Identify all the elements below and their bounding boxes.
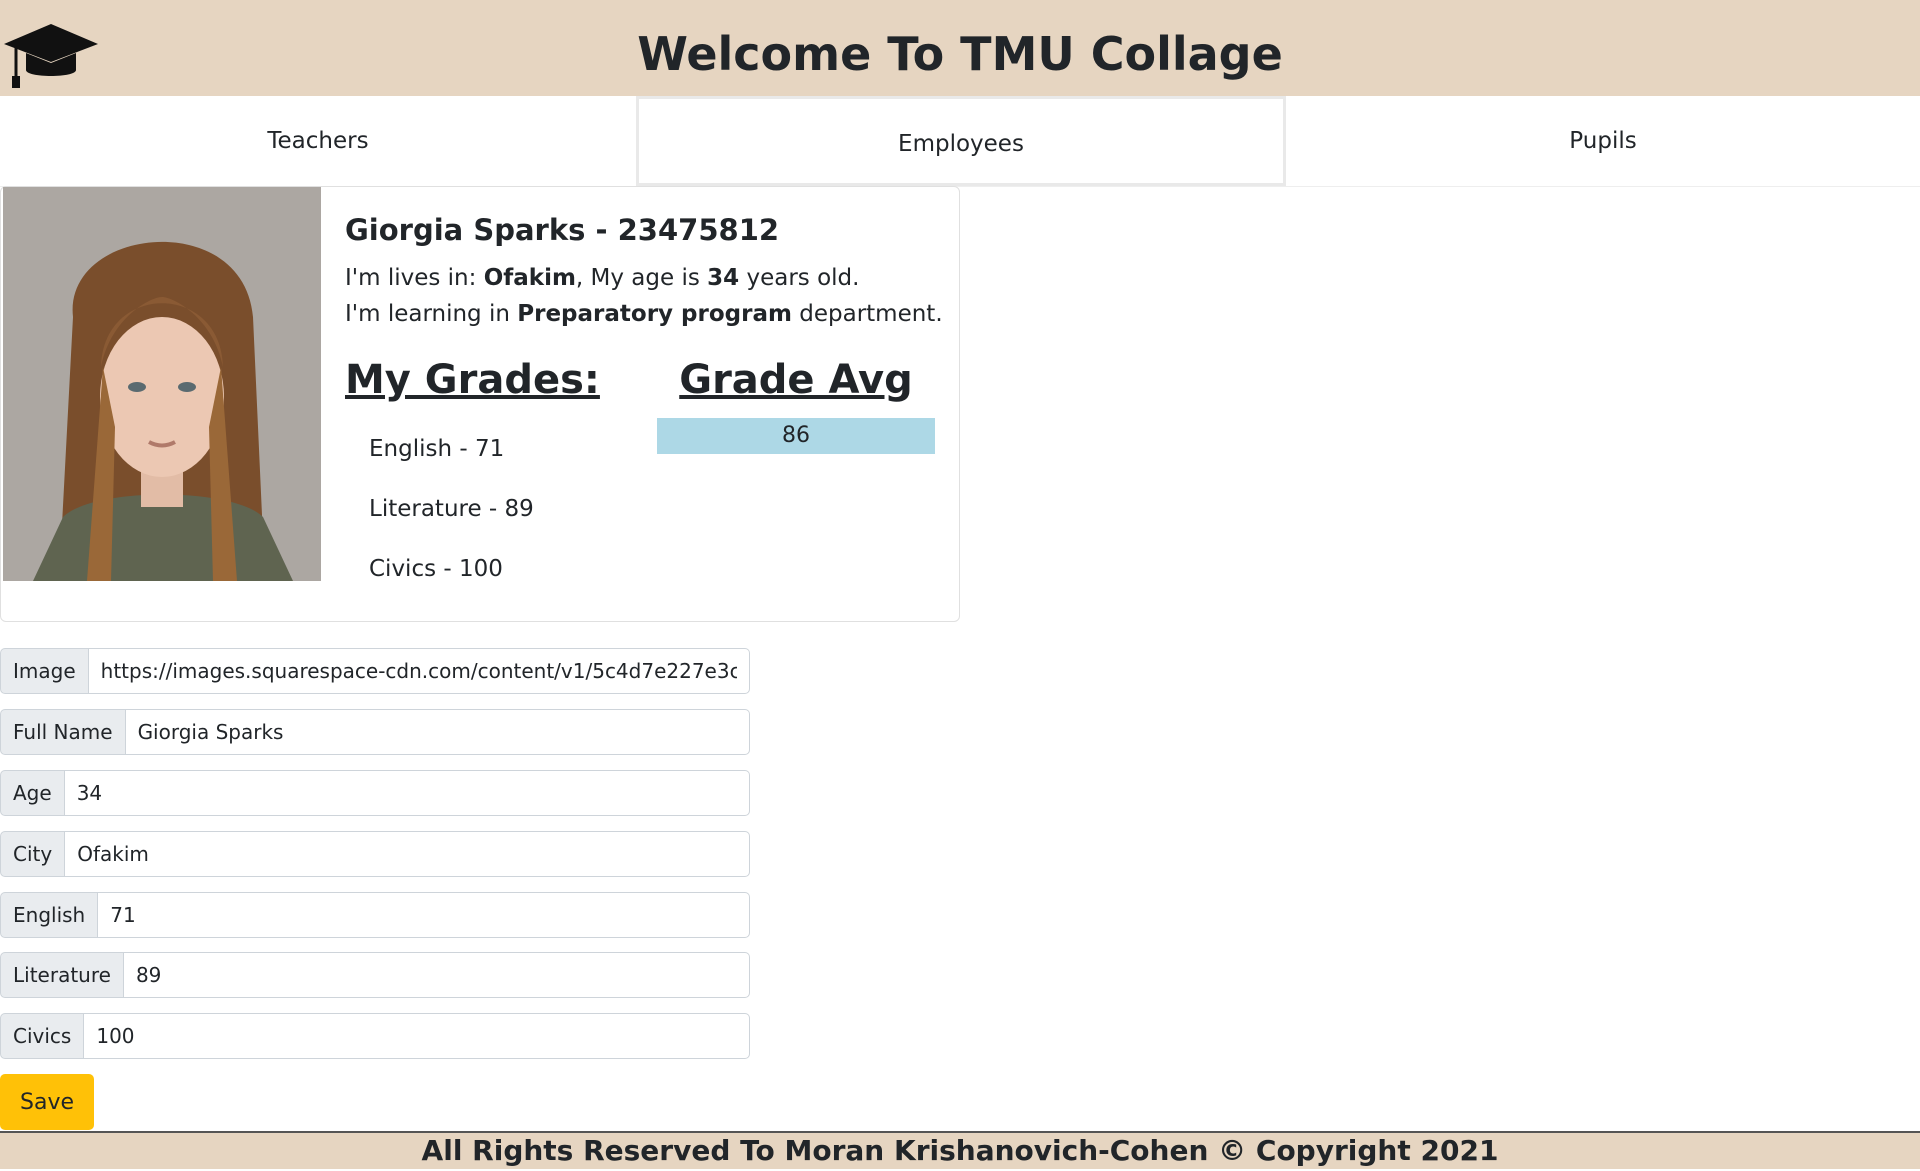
profile-card: Giorgia Sparks - 23475812 I'm lives in: … (0, 186, 960, 622)
form-row-city: City (0, 831, 750, 877)
site-header: Welcome To TMU Collage (0, 0, 1920, 96)
age-label: Age (0, 770, 65, 816)
literature-label: Literature (0, 952, 124, 998)
profile-photo (3, 187, 321, 581)
form-row-image: Image (0, 648, 750, 694)
grades-heading: My Grades: (345, 357, 600, 403)
image-url-input[interactable] (88, 648, 750, 694)
form-row-age: Age (0, 770, 750, 816)
person-name-id: Giorgia Sparks - 23475812 (345, 213, 780, 247)
footer-copyright: All Rights Reserved To Moran Krishanovic… (0, 1131, 1920, 1169)
main-nav: Teachers Employees Pupils (0, 96, 1920, 187)
grade-item-civics: Civics - 100 (369, 556, 503, 582)
residence-line: I'm lives in: Ofakim, My age is 34 years… (345, 265, 860, 291)
image-label: Image (0, 648, 89, 694)
form-row-literature: Literature (0, 952, 750, 998)
form-row-civics: Civics (0, 1013, 750, 1059)
portrait-image (3, 187, 321, 581)
full-name-input[interactable] (125, 709, 750, 755)
civics-grade-input[interactable] (84, 1013, 750, 1059)
age-input[interactable] (64, 770, 750, 816)
age-value: 34 (707, 265, 740, 291)
city-input[interactable] (65, 831, 750, 877)
grade-avg-value: 86 (782, 423, 810, 448)
nav-tab-pupils[interactable]: Pupils (1286, 96, 1920, 186)
form-row-full-name: Full Name (0, 709, 750, 755)
grade-item-literature: Literature - 89 (369, 496, 534, 522)
grade-avg-heading: Grade Avg (679, 357, 913, 403)
literature-grade-input[interactable] (123, 952, 750, 998)
full-name-label: Full Name (0, 709, 126, 755)
department-line: I'm learning in Preparatory program depa… (345, 301, 943, 327)
city-label: City (0, 831, 66, 877)
save-button[interactable]: Save (0, 1074, 95, 1130)
page-title: Welcome To TMU Collage (637, 27, 1283, 81)
grade-item-english: English - 71 (369, 436, 505, 462)
english-grade-input[interactable] (98, 892, 750, 938)
department-value: Preparatory program (517, 301, 792, 327)
city-value: Ofakim (483, 265, 576, 291)
nav-tab-employees[interactable]: Employees (636, 96, 1286, 186)
english-label: English (0, 892, 99, 938)
civics-label: Civics (0, 1013, 85, 1059)
form-row-english: English (0, 892, 750, 938)
nav-tab-teachers[interactable]: Teachers (0, 96, 636, 186)
